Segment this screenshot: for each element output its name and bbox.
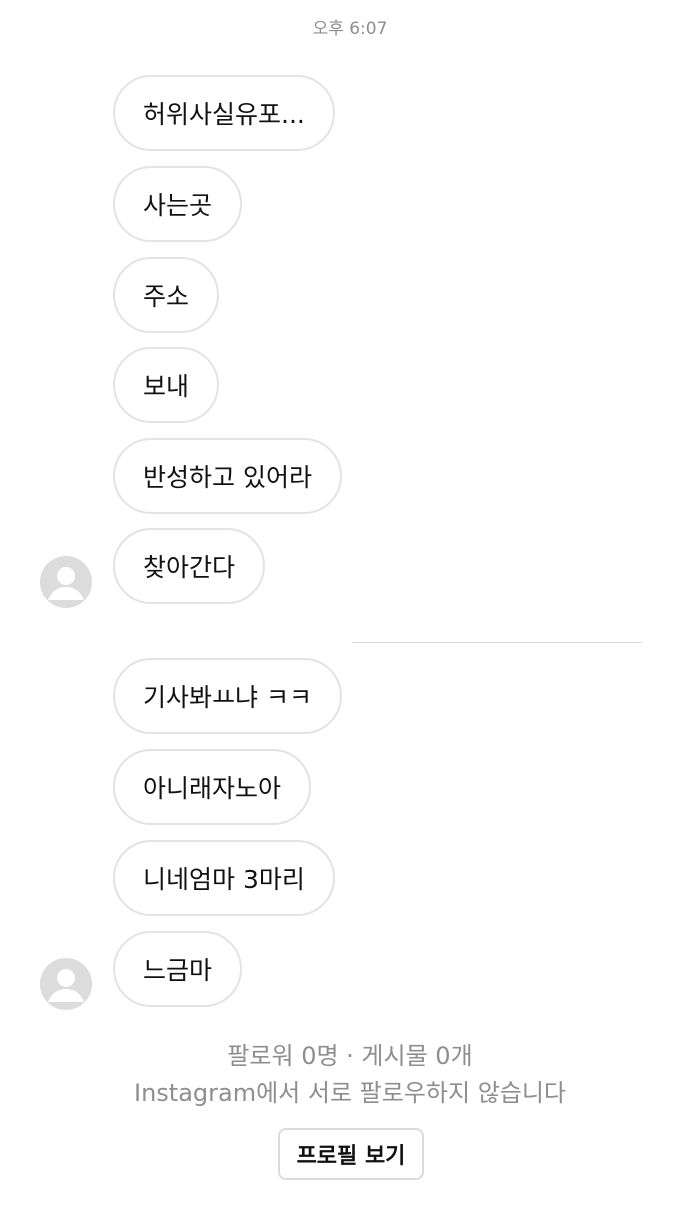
message-bubble[interactable]: 보내 bbox=[113, 347, 220, 423]
message-bubble[interactable]: 찾아간다 bbox=[113, 528, 266, 604]
message-bubble[interactable]: 아니래자노아 bbox=[113, 749, 312, 825]
message-timestamp: 오후 6:07 bbox=[312, 19, 388, 39]
message-bubble[interactable]: 주소 bbox=[113, 257, 220, 333]
message-bubble[interactable]: 니네엄마 3마리 bbox=[113, 840, 335, 916]
sender-avatar[interactable] bbox=[40, 958, 92, 1010]
message-bubble[interactable]: 사는곳 bbox=[113, 166, 243, 242]
section-divider bbox=[352, 642, 642, 643]
default-avatar-icon bbox=[40, 556, 92, 608]
view-profile-button[interactable]: 프로필 보기 bbox=[278, 1128, 424, 1180]
message-bubble[interactable]: 허위사실유포... bbox=[113, 75, 335, 151]
message-bubble[interactable]: 느금마 bbox=[113, 931, 243, 1007]
follow-status: Instagram에서 서로 팔로우하지 않습니다 bbox=[133, 1079, 567, 1107]
message-bubble[interactable]: 기사봐ㅛ냐 ㅋㅋ bbox=[113, 658, 342, 734]
profile-stats: 팔로워 0명 · 게시물 0개 bbox=[227, 1042, 473, 1070]
message-bubble[interactable]: 반성하고 있어라 bbox=[113, 438, 342, 514]
sender-avatar[interactable] bbox=[40, 556, 92, 608]
default-avatar-icon bbox=[40, 958, 92, 1010]
